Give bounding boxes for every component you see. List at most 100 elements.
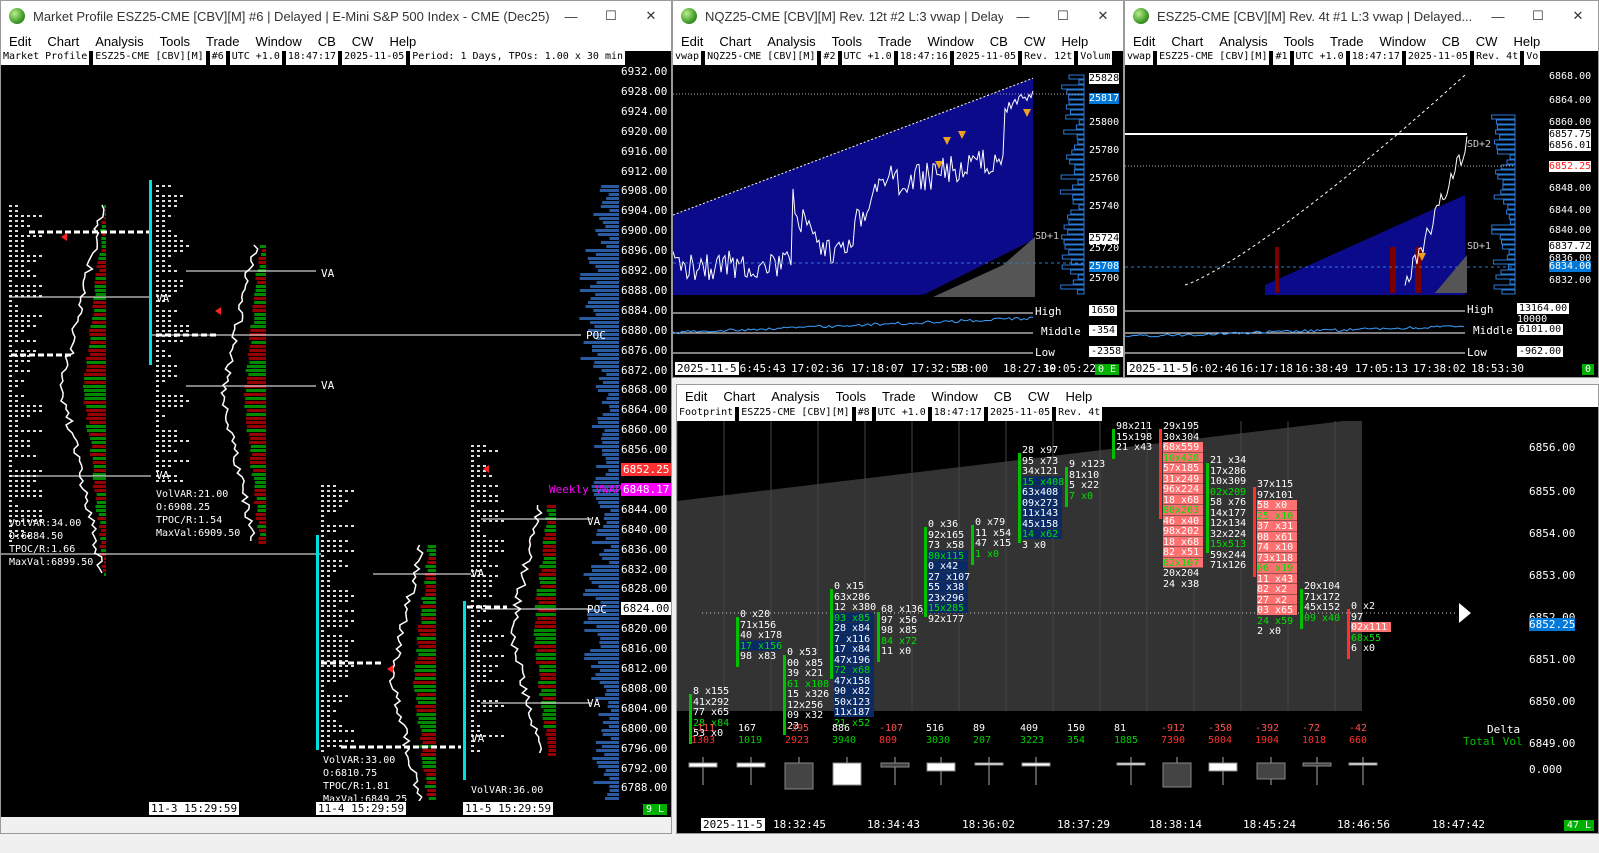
symbol-label[interactable]: ESZ25-CME [CBV][M] [739,407,852,421]
menu-edit[interactable]: Edit [677,389,715,404]
menu-help[interactable]: Help [381,34,424,49]
minimize-icon[interactable]: — [1478,9,1518,24]
volume-bar [1076,134,1085,140]
menu-analysis[interactable]: Analysis [763,389,827,404]
chart-type-label[interactable]: vwap [1125,51,1154,65]
menu-cw[interactable]: CW [344,34,382,49]
time-tick: 17:05:13 [1355,362,1408,375]
close-icon[interactable]: ✕ [1083,8,1123,24]
delta-bar [414,669,436,672]
menu-help[interactable]: Help [1057,389,1100,404]
menu-analysis[interactable]: Analysis [87,34,151,49]
maxval-stat: MaxVal:6899.50 [9,557,94,568]
delta-bar [250,437,266,440]
symbol-label[interactable]: NQZ25-CME [CBV][M] [705,51,818,65]
tpo-mark [471,745,474,747]
menu-analysis[interactable]: Analysis [1211,34,1275,49]
menu-cw[interactable]: CW [1016,34,1054,49]
price-tick: 6808.00 [621,681,668,695]
vwap-chart[interactable]: SD+2 SD+1 6868.00 6864.00 6860.00 6857.75 68… [1125,65,1598,377]
maximize-icon[interactable]: ☐ [1043,8,1083,24]
time-tick: 16:38:49 [1295,362,1348,375]
minimize-icon[interactable]: — [1003,9,1043,24]
market-profile-chart[interactable]: 6932.00 6928.00 6924.00 6920.00 6916.00 6912.… [1,65,671,833]
menu-cb[interactable]: CB [1434,34,1468,49]
menu-tools[interactable]: Tools [828,389,874,404]
menu-window[interactable]: Window [919,34,981,49]
menu-trade[interactable]: Trade [870,34,919,49]
footprint-cell: 47 x15 [975,538,1012,549]
menu-cb[interactable]: CB [986,389,1020,404]
footprint-chart[interactable]: 8 x155 41x292 77 x65 28 x84 53 x0 0 x20 71x156… [677,421,1598,833]
time-axis[interactable]: 11-3 15:29:59 11-4 15:29:59 11-5 15:29:5… [1,801,671,817]
tpo-mark [333,570,336,572]
tpo-mark [483,515,486,517]
menu-cw[interactable]: CW [1020,389,1058,404]
minimize-icon[interactable]: — [551,9,591,24]
close-icon[interactable]: ✕ [631,8,671,24]
price-axis[interactable]: 6856.006855.006854.006853.006852.006852.… [1527,421,1598,750]
price-tick: 6864.00 [1549,95,1592,106]
delta-bar [96,493,106,496]
menu-edit[interactable]: Edit [1125,34,1163,49]
tpo-mark [321,525,324,527]
chart-type-label[interactable]: vwap [673,51,702,65]
volume-bar [1063,224,1085,230]
menu-cw[interactable]: CW [1468,34,1506,49]
time-axis[interactable]: 2025-11-5 16:45:43 17:02:36 17:18:07 17:… [673,361,1123,377]
tpo-mark [489,565,492,567]
menu-window[interactable]: Window [247,34,309,49]
menu-chart[interactable]: Chart [715,389,763,404]
menu-chart[interactable]: Chart [1163,34,1211,49]
menu-chart[interactable]: Chart [711,34,759,49]
chart-type-label[interactable]: Footprint [677,407,736,421]
menu-tools[interactable]: Tools [1276,34,1322,49]
title-bar[interactable]: NQZ25-CME [CBV][M] Rev. 12t #2 L:3 vwap … [673,1,1123,31]
menu-analysis[interactable]: Analysis [759,34,823,49]
menu-cb[interactable]: CB [310,34,344,49]
chart-type-label[interactable]: Market Profile [1,51,90,65]
menu-trade[interactable]: Trade [1322,34,1371,49]
menu-edit[interactable]: Edit [1,34,39,49]
profile-canvas[interactable] [1,65,672,834]
symbol-label[interactable]: ESZ25-CME [CBV][M] [93,51,206,65]
menu-trade[interactable]: Trade [874,389,923,404]
vwap-chart[interactable]: SD+1 25828 25817 25800 25780 25760 25740 25724… [673,65,1123,377]
tpo-mark [9,510,12,512]
tpo-mark [21,415,24,417]
time-axis[interactable]: 2025-11-5 16:02:46 16:17:18 16:38:49 17:… [1125,361,1598,377]
tpo-mark [162,405,165,407]
tpo-mark [39,430,42,432]
tpo-mark [321,485,324,487]
menu-tools[interactable]: Tools [152,34,198,49]
menu-window[interactable]: Window [923,389,985,404]
menu-window[interactable]: Window [1371,34,1433,49]
price-axis[interactable]: 25828 25817 25800 25780 25760 25740 25724 25720… [1087,65,1123,301]
delta-bar [254,317,266,320]
menu-help[interactable]: Help [1505,34,1548,49]
title-bar[interactable]: Market Profile ESZ25-CME [CBV][M] #6 | D… [1,1,671,31]
tpo-mark [321,555,324,557]
maximize-icon[interactable]: ☐ [1518,8,1558,24]
time-axis[interactable]: 2025-11-5 18:32:45 18:34:43 18:36:02 18:… [677,817,1598,833]
menu-chart[interactable]: Chart [39,34,87,49]
status-badge: 0 [1581,364,1594,375]
es-vwap-window: ESZ25-CME [CBV][M] Rev. 4t #1 L:3 vwap |… [1124,0,1599,378]
menu-tools[interactable]: Tools [824,34,870,49]
maximize-icon[interactable]: ☐ [591,8,631,24]
tpo-mark [162,355,165,357]
menu-cb[interactable]: CB [982,34,1016,49]
menu-edit[interactable]: Edit [673,34,711,49]
delta-bar [86,361,106,364]
symbol-label[interactable]: ESZ25-CME [CBV][M] [1157,51,1270,65]
tpo-mark [321,570,324,572]
sd2-label: SD+2 [1467,139,1492,150]
time-tick: 18:36:02 [962,818,1015,831]
title-bar[interactable]: ESZ25-CME [CBV][M] Rev. 4t #1 L:3 vwap |… [1125,1,1598,31]
menu-help[interactable]: Help [1053,34,1096,49]
price-axis[interactable]: 6868.00 6864.00 6860.00 6857.75 6856.01 6852.… [1517,65,1598,301]
close-icon[interactable]: ✕ [1558,8,1598,24]
delta-bar [92,317,106,320]
menu-trade[interactable]: Trade [198,34,247,49]
price-axis[interactable]: 6932.00 6928.00 6924.00 6920.00 6916.00 6912.… [591,65,671,805]
